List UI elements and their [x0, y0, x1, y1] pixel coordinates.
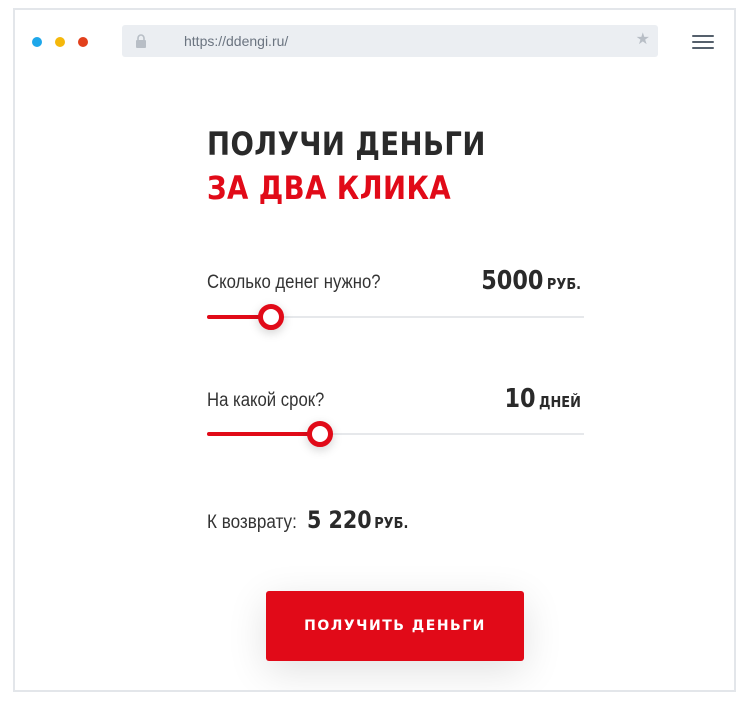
lock-icon — [136, 34, 146, 48]
window-dot-red[interactable] — [78, 37, 88, 47]
hamburger-menu-icon[interactable] — [690, 32, 716, 52]
url-text[interactable]: https://ddengi.ru/ — [184, 33, 288, 49]
term-label: На какой срок? — [207, 390, 325, 411]
term-slider-track[interactable] — [207, 421, 584, 447]
amount-unit: РУБ. — [546, 275, 581, 293]
term-number: 10 — [504, 384, 536, 414]
term-unit: ДНЕЙ — [539, 393, 581, 411]
amount-slider-handle[interactable] — [258, 304, 285, 330]
amount-slider-track[interactable] — [207, 304, 584, 330]
star-icon[interactable]: ★ — [636, 31, 650, 49]
repayment-value: 5 220 РУБ. — [307, 506, 408, 534]
browser-window: https://ddengi.ru/ ★ ПОЛУЧИ ДЕНЬГИ ЗА ДВ… — [13, 8, 736, 692]
page-title: ПОЛУЧИ ДЕНЬГИ ЗА ДВА КЛИКА — [207, 122, 486, 210]
repayment-row: К возврату: 5 220 РУБ. — [207, 506, 425, 534]
address-bar[interactable]: https://ddengi.ru/ ★ — [122, 25, 658, 57]
repayment-number: 5 220 — [307, 506, 372, 534]
term-slider-fill — [207, 432, 321, 436]
repayment-label: К возврату: — [207, 512, 297, 533]
amount-label: Сколько денег нужно? — [207, 272, 381, 293]
term-slider-handle[interactable] — [307, 421, 334, 447]
amount-value: 5000 РУБ. — [481, 266, 581, 296]
window-dot-yellow[interactable] — [55, 37, 65, 47]
get-money-button[interactable]: ПОЛУЧИТЬ ДЕНЬГИ — [266, 591, 524, 661]
amount-number: 5000 — [481, 266, 544, 296]
repayment-unit: РУБ. — [374, 514, 409, 532]
window-dot-blue[interactable] — [32, 37, 42, 47]
title-line-2: ЗА ДВА КЛИКА — [207, 169, 452, 207]
title-line-1: ПОЛУЧИ ДЕНЬГИ — [207, 125, 486, 163]
term-value: 10 ДНЕЙ — [505, 384, 581, 414]
